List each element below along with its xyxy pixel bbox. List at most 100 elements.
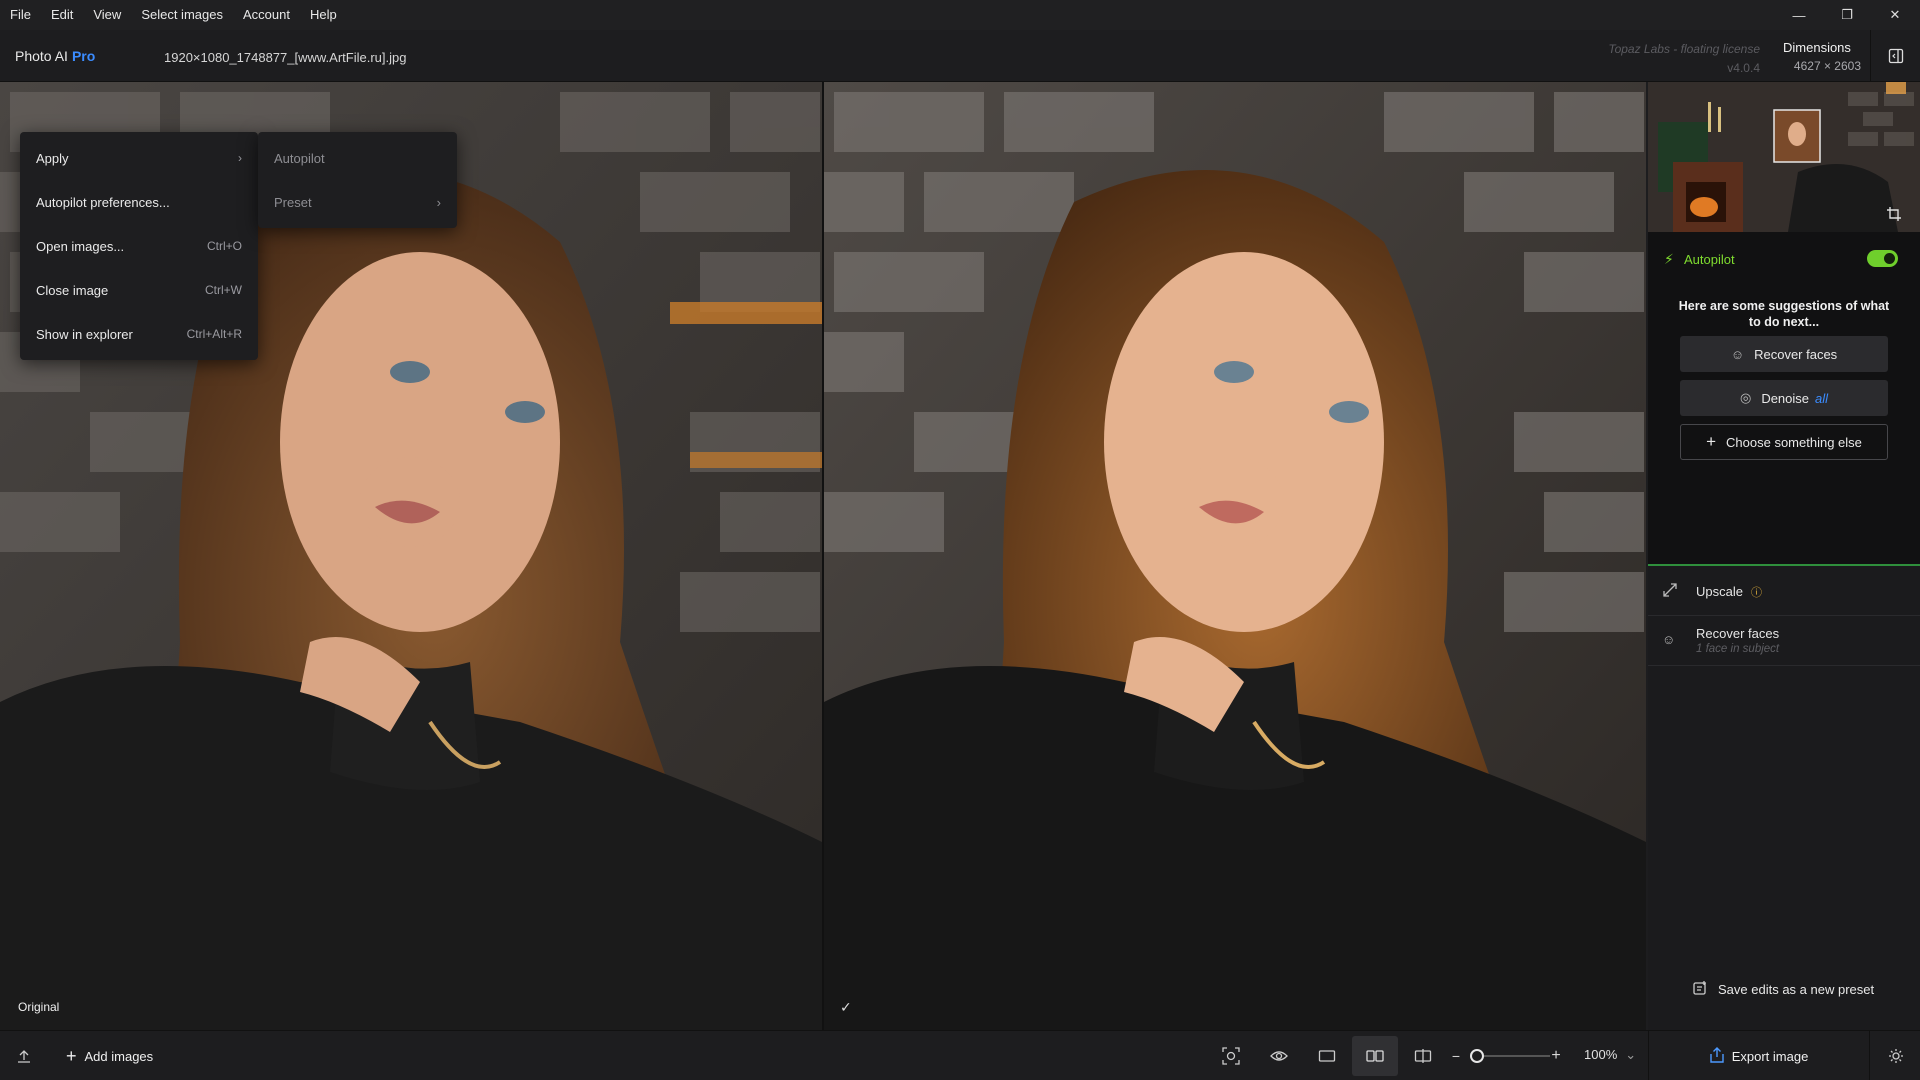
menu-help[interactable]: Help <box>300 0 347 30</box>
minimize-button[interactable]: — <box>1776 0 1822 30</box>
thumbnail-image <box>1648 82 1920 232</box>
panel-toggle-button[interactable] <box>1870 30 1920 81</box>
export-label: Export image <box>1731 1048 1809 1064</box>
save-preset-label: Save edits as a new preset <box>1718 982 1875 997</box>
upload-button[interactable] <box>8 1031 40 1080</box>
menu-edit[interactable]: Edit <box>41 0 83 30</box>
close-button[interactable]: ✕ <box>1872 0 1918 30</box>
export-icon <box>1710 1046 1724 1066</box>
upscale-icon <box>1662 582 1678 601</box>
submenu-item-label: Autopilot <box>274 150 325 166</box>
denoise-icon: ◎ <box>1739 390 1752 405</box>
original-label: Original <box>18 1000 60 1014</box>
zoom-in-button[interactable]: + <box>1548 1031 1564 1080</box>
app-name: Photo AI <box>15 48 68 64</box>
export-image-button[interactable]: Export image <box>1648 1031 1870 1080</box>
save-preset-icon <box>1692 980 1708 999</box>
denoise-all-badge: all <box>1815 390 1829 406</box>
zoom-slider-handle[interactable] <box>1470 1049 1484 1063</box>
button-label: Denoise <box>1761 390 1810 406</box>
menu-item-label: Show in explorer <box>36 326 133 342</box>
single-view-button[interactable] <box>1304 1036 1350 1076</box>
recover-faces-button[interactable]: ☺ Recover faces <box>1680 336 1888 372</box>
license-info: Topaz Labs - floating license v4.0.4 <box>1608 40 1760 78</box>
export-settings-button[interactable] <box>1876 1031 1916 1080</box>
menu-item-autopilot-preferences[interactable]: Autopilot preferences... <box>20 180 258 224</box>
bottom-toolbar: + Add images − + 100% ⌄ Export image <box>0 1030 1920 1080</box>
restore-button[interactable]: ❐ <box>1824 0 1870 30</box>
menu-item-close-image[interactable]: Close image Ctrl+W <box>20 268 258 312</box>
version-text: v4.0.4 <box>1727 61 1760 75</box>
menu-item-show-in-explorer[interactable]: Show in explorer Ctrl+Alt+R <box>20 312 258 356</box>
menu-bar: File Edit View Select images Account Hel… <box>0 0 1920 30</box>
chevron-right-icon: › <box>436 194 441 210</box>
save-preset-button[interactable]: Save edits as a new preset <box>1692 980 1874 999</box>
tool-name: Upscale ⓘ <box>1696 584 1762 600</box>
tool-upscale[interactable]: Upscale ⓘ <box>1648 568 1920 616</box>
file-name: 1920×1080_1748877_[www.ArtFile.ru].jpg <box>164 50 407 65</box>
menu-item-shortcut: Ctrl+W <box>205 283 242 297</box>
dimensions: Dimensions 4627 × 2603 <box>1783 38 1861 76</box>
tool-name-text: Upscale <box>1696 584 1743 599</box>
submenu-item-autopilot[interactable]: Autopilot <box>258 136 457 180</box>
side-by-side-view-button[interactable] <box>1352 1036 1398 1076</box>
menu-item-shortcut: Ctrl+Alt+R <box>186 327 242 341</box>
plus-icon: + <box>66 1045 77 1066</box>
file-menu-dropdown: Apply › Autopilot preferences... Open im… <box>20 132 258 360</box>
tool-name: Recover faces <box>1696 626 1780 641</box>
dimensions-value: 4627 × 2603 <box>1793 59 1861 73</box>
upload-icon <box>18 1050 30 1063</box>
submenu-item-label: Preset <box>274 194 312 210</box>
choose-something-else-button[interactable]: + Choose something else <box>1680 424 1888 460</box>
face-view-button[interactable] <box>1208 1036 1254 1076</box>
zoom-value: 100% <box>1584 1047 1618 1062</box>
face-icon: ☺ <box>1730 346 1745 362</box>
single-view-icon <box>1318 1050 1336 1062</box>
split-view-icon <box>1414 1049 1432 1063</box>
focus-frame-icon <box>1222 1047 1240 1065</box>
autopilot-panel: ⚡ Autopilot Here are some suggestions of… <box>1648 232 1920 566</box>
eye-icon <box>1270 1051 1288 1061</box>
zoom-out-button[interactable]: − <box>1448 1031 1464 1080</box>
menu-item-label: Apply <box>36 150 69 166</box>
add-images-button[interactable]: + Add images <box>66 1031 153 1080</box>
bolt-icon: ⚡ <box>1664 251 1674 267</box>
autopilot-toggle[interactable] <box>1867 250 1898 267</box>
menu-view[interactable]: View <box>83 0 131 30</box>
menu-select-images[interactable]: Select images <box>131 0 233 30</box>
add-images-label: Add images <box>84 1048 154 1064</box>
zoom-level[interactable]: 100% ⌄ <box>1584 1047 1636 1063</box>
submenu-item-preset[interactable]: Preset › <box>258 180 457 224</box>
crop-icon[interactable] <box>1886 206 1902 222</box>
app-brand: Photo AI Pro <box>15 48 95 64</box>
processed-check-icon: ✓ <box>840 999 852 1015</box>
chevron-right-icon: › <box>238 151 242 165</box>
license-text: Topaz Labs - floating license <box>1608 42 1760 56</box>
menu-account[interactable]: Account <box>233 0 300 30</box>
processed-photo <box>824 82 1646 1030</box>
menu-item-shortcut: Ctrl+O <box>206 239 242 253</box>
button-label: Recover faces <box>1754 346 1838 362</box>
autopilot-title: Autopilot <box>1684 252 1735 267</box>
navigator-thumbnail[interactable] <box>1648 82 1920 232</box>
settings-icon <box>1889 1049 1903 1063</box>
menu-item-label: Open images... <box>36 238 125 254</box>
menu-item-label: Close image <box>36 282 109 298</box>
menu-item-label: Autopilot preferences... <box>36 194 170 210</box>
processed-pane[interactable]: ✓ <box>824 82 1646 1030</box>
preview-toggle-button[interactable] <box>1256 1036 1302 1076</box>
info-icon[interactable]: ⓘ <box>1751 587 1762 599</box>
menu-item-apply[interactable]: Apply › <box>20 136 258 180</box>
sidebar-toggle-icon <box>1888 48 1903 63</box>
side-by-side-icon <box>1366 1050 1384 1062</box>
right-panel: ⚡ Autopilot Here are some suggestions of… <box>1648 82 1920 1030</box>
split-view-button[interactable] <box>1400 1036 1446 1076</box>
tool-detail: 1 face in subject <box>1696 643 1780 655</box>
menu-item-open-images[interactable]: Open images... Ctrl+O <box>20 224 258 268</box>
menu-file[interactable]: File <box>0 0 41 30</box>
header: Photo AI Pro 1920×1080_1748877_[www.ArtFi… <box>0 30 1920 82</box>
pro-badge: Pro <box>71 48 96 64</box>
denoise-button[interactable]: ◎ Denoise all <box>1680 380 1888 416</box>
button-label: Choose something else <box>1726 434 1862 450</box>
tool-recover-faces[interactable]: ☺ Recover faces 1 face in subject <box>1648 616 1920 666</box>
